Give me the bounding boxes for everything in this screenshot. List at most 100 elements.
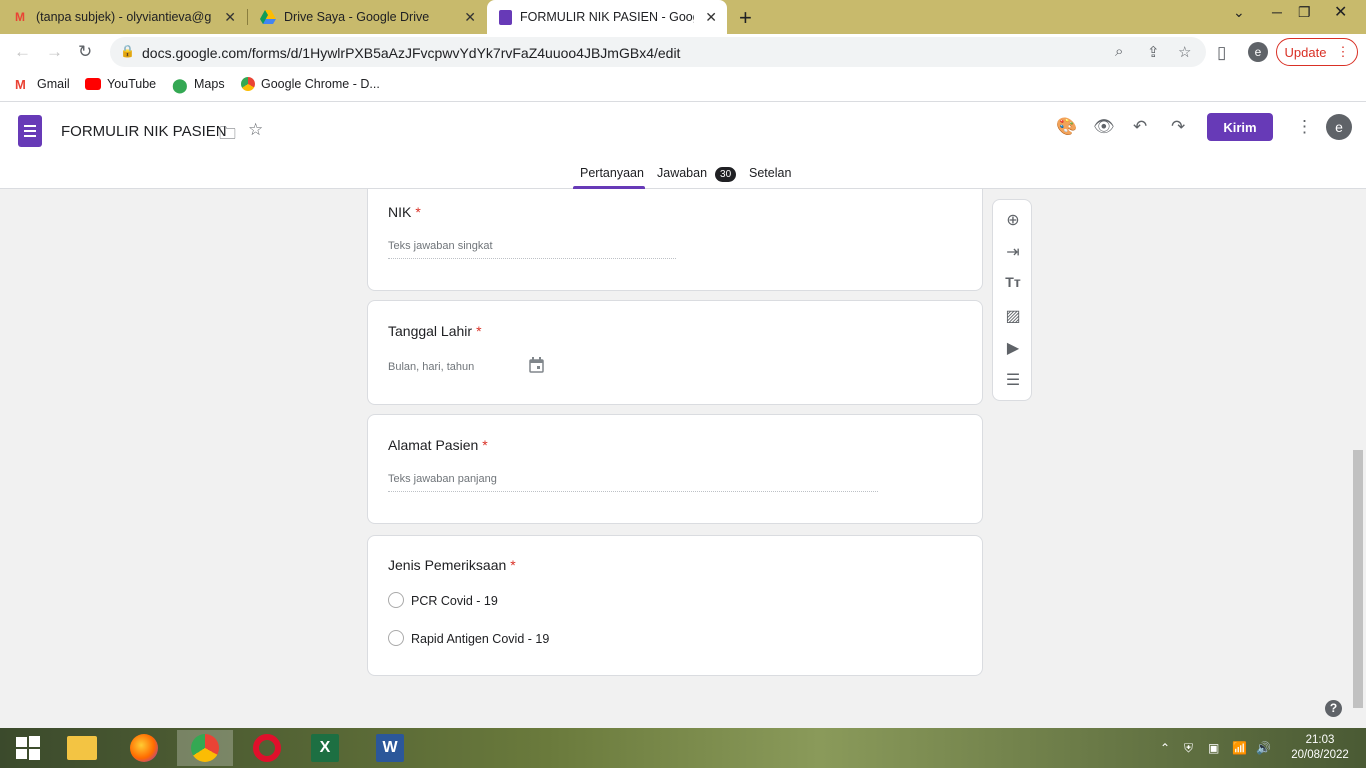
- answer-underline: [388, 258, 676, 259]
- answer-hint: Teks jawaban singkat: [388, 240, 493, 252]
- scrollbar-thumb[interactable]: [1353, 450, 1363, 708]
- share-icon[interactable]: ⇪: [1147, 43, 1160, 61]
- forms-icon: [499, 9, 512, 25]
- bookmark-star-icon[interactable]: ☆: [1178, 43, 1191, 61]
- maps-pin-icon: ⬤: [172, 77, 188, 93]
- side-panel-icon[interactable]: ▯: [1217, 43, 1226, 63]
- clock-time: 21:03: [1305, 734, 1335, 746]
- page-scrollbar[interactable]: [1350, 189, 1366, 728]
- answer-hint: Bulan, hari, tahun: [388, 361, 475, 373]
- word-icon[interactable]: W: [362, 730, 418, 766]
- new-tab-icon[interactable]: +: [739, 5, 752, 31]
- address-bar[interactable]: 🔒 docs.google.com/forms/d/1HywlrPXB5aAzJ…: [110, 37, 1206, 67]
- volume-icon[interactable]: 🔊: [1256, 741, 1271, 755]
- palette-icon[interactable]: 🎨: [1056, 117, 1077, 137]
- preview-eye-icon[interactable]: 👁: [1093, 117, 1115, 137]
- show-hidden-icons-icon[interactable]: ⌃: [1160, 741, 1170, 755]
- security-shield-icon[interactable]: ⛨: [1184, 741, 1193, 756]
- minimize-icon[interactable]: ─: [1272, 4, 1282, 20]
- required-asterisk: *: [482, 437, 488, 453]
- star-icon[interactable]: ☆: [248, 120, 263, 140]
- form-title[interactable]: FORMULIR NIK PASIEN: [61, 123, 227, 140]
- close-tab-icon[interactable]: ✕: [224, 9, 236, 26]
- question-card-nik[interactable]: NIK * Teks jawaban singkat: [367, 189, 983, 291]
- question-title-text: NIK: [388, 204, 412, 220]
- firefox-icon[interactable]: [116, 730, 172, 766]
- question-card-tanggal-lahir[interactable]: Tanggal Lahir * Bulan, hari, tahun: [367, 300, 983, 405]
- radio-option[interactable]: [388, 592, 404, 608]
- add-question-icon[interactable]: ⊕: [1004, 210, 1022, 230]
- chrome-taskbar-icon[interactable]: [177, 730, 233, 766]
- tab-forms[interactable]: FORMULIR NIK PASIEN - Google ✕: [487, 0, 727, 34]
- forward-icon[interactable]: →: [46, 42, 63, 62]
- add-section-icon[interactable]: ☰: [1004, 370, 1022, 390]
- question-toolbar: ⊕ ⇥ Tт ▨ ▶ ☰: [992, 199, 1032, 401]
- bookmark-label: Gmail: [37, 77, 70, 91]
- option-label: Rapid Antigen Covid - 19: [411, 632, 550, 646]
- bookmark-label: YouTube: [107, 77, 157, 91]
- tab-jawaban[interactable]: Jawaban 30: [657, 166, 737, 182]
- responses-count-badge: 30: [715, 167, 737, 182]
- tab-separator: [247, 9, 248, 25]
- excel-icon[interactable]: X: [297, 730, 353, 766]
- system-clock[interactable]: 21:03 20/08/2022: [1290, 733, 1350, 763]
- add-video-icon[interactable]: ▶: [1004, 338, 1022, 358]
- file-explorer-icon[interactable]: [54, 730, 110, 766]
- start-windows-icon[interactable]: [0, 730, 56, 766]
- zoom-icon[interactable]: ⌕: [1115, 43, 1123, 60]
- lock-icon: 🔒: [120, 44, 135, 58]
- tab-title: Drive Saya - Google Drive: [284, 10, 430, 24]
- folder-icon[interactable]: 🗀: [219, 121, 236, 150]
- question-title: NIK *: [388, 204, 421, 220]
- url-text[interactable]: docs.google.com/forms/d/1HywlrPXB5aAzJFv…: [142, 45, 680, 61]
- question-card-alamat-pasien[interactable]: Alamat Pasien * Teks jawaban panjang: [367, 414, 983, 524]
- question-title-text: Jenis Pemeriksaan: [388, 557, 507, 573]
- send-button[interactable]: Kirim: [1207, 113, 1273, 141]
- account-avatar[interactable]: e: [1326, 114, 1352, 140]
- radio-option[interactable]: [388, 630, 404, 646]
- redo-icon[interactable]: ↷: [1171, 117, 1185, 137]
- more-options-icon[interactable]: ⋮: [1296, 117, 1313, 137]
- opera-icon[interactable]: [239, 730, 295, 766]
- kebab-menu-icon: ⋮: [1336, 44, 1350, 59]
- network-signal-icon[interactable]: 📶: [1232, 741, 1247, 755]
- bookmark-gmail[interactable]: M Gmail: [15, 77, 70, 92]
- close-tab-icon[interactable]: ✕: [464, 9, 476, 26]
- update-label: Update: [1284, 44, 1327, 60]
- reload-icon[interactable]: ↻: [78, 42, 92, 62]
- tab-search-chevron-icon[interactable]: ⌄: [1233, 4, 1245, 21]
- question-title: Alamat Pasien *: [388, 437, 488, 453]
- answer-underline: [388, 491, 878, 492]
- import-questions-icon[interactable]: ⇥: [1004, 242, 1022, 262]
- profile-avatar[interactable]: e: [1248, 42, 1268, 62]
- bookmarks-bar: M Gmail YouTube ⬤ Maps Google Chrome - D…: [0, 70, 1366, 102]
- question-title-text: Alamat Pasien: [388, 437, 479, 453]
- device-icon[interactable]: ▣: [1208, 741, 1219, 755]
- back-icon[interactable]: ←: [14, 42, 31, 62]
- undo-icon[interactable]: ↶: [1133, 117, 1147, 137]
- answer-hint: Teks jawaban panjang: [388, 473, 497, 485]
- browser-tab-strip: M (tanpa subjek) - olyviantieva@gn ✕ Dri…: [0, 0, 1366, 34]
- add-title-icon[interactable]: Tт: [1004, 274, 1022, 290]
- add-image-icon[interactable]: ▨: [1004, 306, 1022, 326]
- question-card-jenis-pemeriksaan[interactable]: Jenis Pemeriksaan * PCR Covid - 19 Rapid …: [367, 535, 983, 676]
- help-icon[interactable]: ?: [1325, 700, 1342, 717]
- tab-pertanyaan[interactable]: Pertanyaan: [580, 166, 644, 180]
- close-window-icon[interactable]: ✕: [1334, 2, 1347, 22]
- tab-gmail[interactable]: M (tanpa subjek) - olyviantieva@gn ✕: [12, 0, 246, 34]
- bookmark-youtube[interactable]: YouTube: [85, 77, 156, 91]
- restore-icon[interactable]: ❐: [1298, 4, 1311, 21]
- tab-drive[interactable]: Drive Saya - Google Drive ✕: [252, 0, 486, 34]
- forms-logo-icon[interactable]: [18, 115, 42, 147]
- clock-date: 20/08/2022: [1291, 749, 1349, 761]
- bookmark-maps[interactable]: ⬤ Maps: [172, 77, 225, 93]
- tab-setelan[interactable]: Setelan: [749, 166, 791, 180]
- required-asterisk: *: [476, 323, 482, 339]
- close-tab-icon[interactable]: ✕: [705, 9, 717, 26]
- update-button[interactable]: Update ⋮: [1276, 38, 1358, 66]
- bookmark-label: Google Chrome - D...: [261, 77, 380, 91]
- windows-taskbar: X W ⌃ ⛨ ▣ 📶 🔊 21:03 20/08/2022: [0, 728, 1366, 768]
- bookmark-label: Maps: [194, 77, 225, 91]
- bookmark-chrome[interactable]: Google Chrome - D...: [241, 77, 380, 91]
- question-title-text: Tanggal Lahir: [388, 323, 473, 339]
